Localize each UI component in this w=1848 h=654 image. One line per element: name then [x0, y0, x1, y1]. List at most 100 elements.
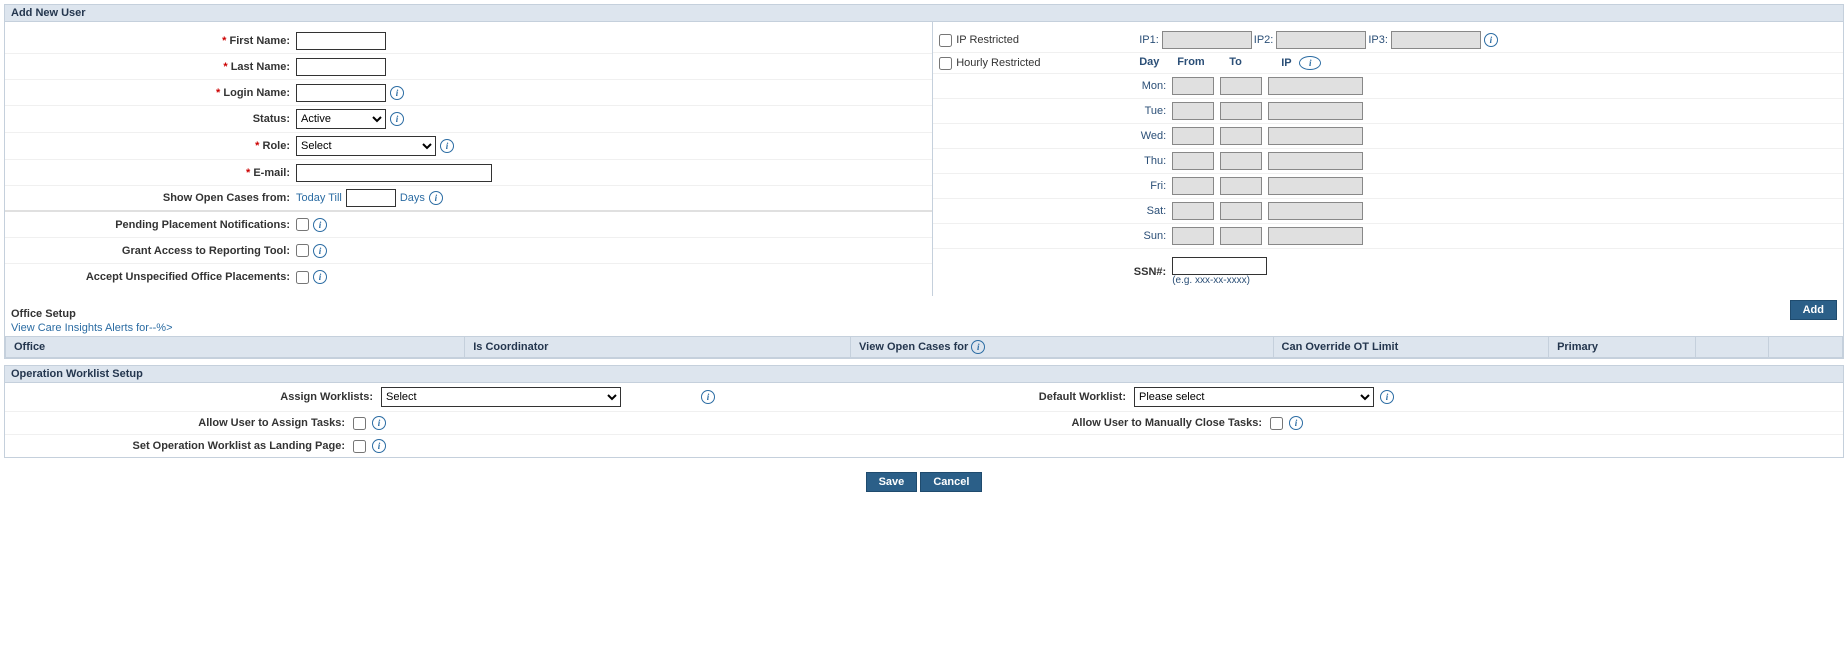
office-col-0: Office: [6, 337, 465, 358]
today-till-text: Today Till: [296, 192, 342, 204]
status-select[interactable]: Active: [296, 109, 386, 129]
day-ip-input-6[interactable]: [1268, 227, 1363, 245]
hourly-restricted-checkbox[interactable]: [939, 57, 952, 70]
default-worklist-select[interactable]: Please select: [1134, 387, 1374, 407]
day-ip-input-4[interactable]: [1268, 177, 1363, 195]
view-open-cases-info-icon[interactable]: i: [971, 340, 985, 354]
from-header: From: [1177, 56, 1229, 70]
allow-assign-label: Allow User to Assign Tasks:: [11, 417, 353, 429]
to-input-6[interactable]: [1220, 227, 1262, 245]
day-ip-input-3[interactable]: [1268, 152, 1363, 170]
day-label-2: Wed:: [939, 130, 1172, 142]
email-input[interactable]: [296, 164, 492, 182]
office-col-3: Can Override OT Limit: [1273, 337, 1549, 358]
hourly-ip-info-icon[interactable]: i: [1299, 56, 1321, 70]
office-col-2: View Open Cases for i: [851, 337, 1274, 358]
pending-placement-checkbox[interactable]: [296, 218, 309, 231]
role-select[interactable]: Select: [296, 136, 436, 156]
add-user-panel: Add New User * First Name: * Last Name: …: [4, 4, 1844, 359]
grant-reporting-checkbox[interactable]: [296, 244, 309, 257]
accept-unspecified-checkbox[interactable]: [296, 271, 309, 284]
care-insights-link[interactable]: View Care Insights Alerts for--%>: [5, 322, 1843, 336]
add-user-header: Add New User: [5, 5, 1843, 22]
ip1-input[interactable]: [1162, 31, 1252, 49]
day-ip-input-0[interactable]: [1268, 77, 1363, 95]
ssn-label: SSN#:: [939, 266, 1172, 278]
pending-placement-label: Pending Placement Notifications:: [11, 219, 296, 231]
ip3-label: IP3:: [1368, 34, 1388, 46]
last-name-label: * Last Name:: [11, 61, 296, 73]
day-label-5: Sat:: [939, 205, 1172, 217]
to-input-4[interactable]: [1220, 177, 1262, 195]
from-input-0[interactable]: [1172, 77, 1214, 95]
status-info-icon[interactable]: i: [390, 112, 404, 126]
operation-worklist-header: Operation Worklist Setup: [5, 366, 1843, 383]
to-input-2[interactable]: [1220, 127, 1262, 145]
open-cases-info-icon[interactable]: i: [429, 191, 443, 205]
pending-placement-info-icon[interactable]: i: [313, 218, 327, 232]
ip-restricted-checkbox[interactable]: [939, 34, 952, 47]
email-label: * E-mail:: [11, 167, 296, 179]
landing-page-info-icon[interactable]: i: [372, 439, 386, 453]
day-label-6: Sun:: [939, 230, 1172, 242]
allow-close-label: Allow User to Manually Close Tasks:: [924, 417, 1270, 429]
day-label-4: Fri:: [939, 180, 1172, 192]
default-worklist-label: Default Worklist:: [924, 391, 1134, 403]
to-input-1[interactable]: [1220, 102, 1262, 120]
default-worklist-info-icon[interactable]: i: [1380, 390, 1394, 404]
office-col-6: [1769, 337, 1843, 358]
show-open-cases-label: Show Open Cases from:: [11, 192, 296, 204]
day-label-3: Thu:: [939, 155, 1172, 167]
operation-worklist-panel: Operation Worklist Setup Assign Worklist…: [4, 365, 1844, 458]
day-label-0: Mon:: [939, 80, 1172, 92]
day-header: Day: [1139, 56, 1177, 70]
accept-unspecified-label: Accept Unspecified Office Placements:: [11, 271, 296, 283]
to-input-0[interactable]: [1220, 77, 1262, 95]
save-button[interactable]: Save: [866, 472, 918, 492]
ip3-input[interactable]: [1391, 31, 1481, 49]
allow-close-info-icon[interactable]: i: [1289, 416, 1303, 430]
role-label: * Role:: [11, 140, 296, 152]
open-cases-days-input[interactable]: [346, 189, 396, 207]
cancel-button[interactable]: Cancel: [920, 472, 982, 492]
ip-restricted-label: IP Restricted: [956, 34, 1019, 46]
allow-assign-info-icon[interactable]: i: [372, 416, 386, 430]
day-ip-input-1[interactable]: [1268, 102, 1363, 120]
office-col-4: Primary: [1549, 337, 1696, 358]
ip-info-icon[interactable]: i: [1484, 33, 1498, 47]
allow-close-checkbox[interactable]: [1270, 417, 1283, 430]
grant-reporting-info-icon[interactable]: i: [313, 244, 327, 258]
assign-worklists-label: Assign Worklists:: [11, 391, 381, 403]
day-ip-input-5[interactable]: [1268, 202, 1363, 220]
from-input-5[interactable]: [1172, 202, 1214, 220]
ssn-input[interactable]: [1172, 257, 1267, 275]
hourly-restricted-label: Hourly Restricted: [956, 57, 1040, 69]
to-input-3[interactable]: [1220, 152, 1262, 170]
day-label-1: Tue:: [939, 105, 1172, 117]
allow-assign-checkbox[interactable]: [353, 417, 366, 430]
to-header: To: [1229, 56, 1281, 70]
role-info-icon[interactable]: i: [440, 139, 454, 153]
from-input-2[interactable]: [1172, 127, 1214, 145]
from-input-6[interactable]: [1172, 227, 1214, 245]
login-name-label: * Login Name:: [11, 87, 296, 99]
landing-page-checkbox[interactable]: [353, 440, 366, 453]
office-setup-title: Office Setup: [11, 308, 76, 320]
accept-unspecified-info-icon[interactable]: i: [313, 270, 327, 284]
from-input-4[interactable]: [1172, 177, 1214, 195]
action-buttons: Save Cancel: [4, 464, 1844, 500]
login-name-input[interactable]: [296, 84, 386, 102]
assign-worklists-info-icon[interactable]: i: [701, 390, 715, 404]
ip2-input[interactable]: [1276, 31, 1366, 49]
login-name-info-icon[interactable]: i: [390, 86, 404, 100]
office-table: OfficeIs CoordinatorView Open Cases for …: [5, 336, 1843, 358]
user-details-column: * First Name: * Last Name: * Login Name:…: [5, 22, 933, 296]
day-ip-input-2[interactable]: [1268, 127, 1363, 145]
assign-worklists-select[interactable]: Select: [381, 387, 621, 407]
from-input-3[interactable]: [1172, 152, 1214, 170]
first-name-input[interactable]: [296, 32, 386, 50]
add-office-button[interactable]: Add: [1790, 300, 1837, 320]
last-name-input[interactable]: [296, 58, 386, 76]
from-input-1[interactable]: [1172, 102, 1214, 120]
to-input-5[interactable]: [1220, 202, 1262, 220]
